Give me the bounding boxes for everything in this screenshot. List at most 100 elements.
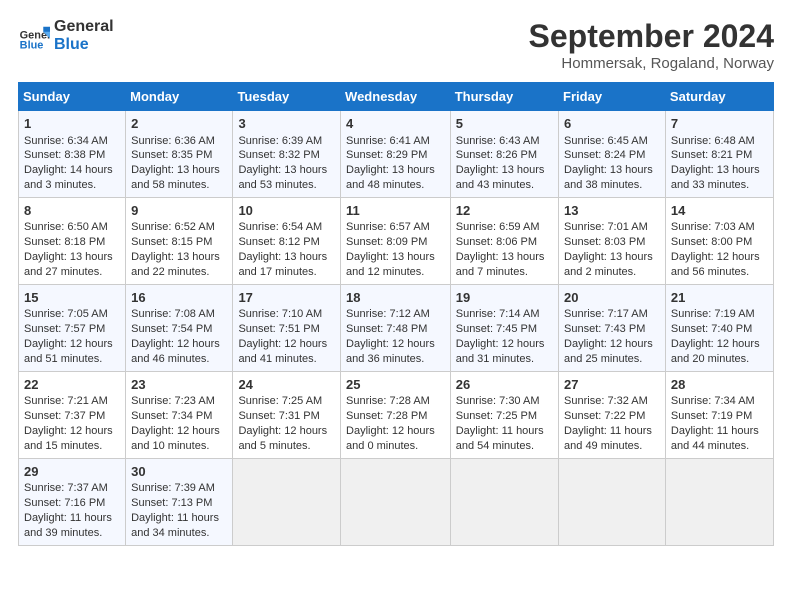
calendar-cell: 5Sunrise: 6:43 AMSunset: 8:26 PMDaylight… — [450, 111, 558, 198]
day-info-line: and 44 minutes. — [671, 439, 768, 454]
calendar-cell: 13Sunrise: 7:01 AMSunset: 8:03 PMDayligh… — [559, 197, 666, 284]
day-info-line: Daylight: 12 hours — [238, 424, 335, 439]
day-number: 3 — [238, 115, 335, 133]
day-info-line: Sunset: 8:06 PM — [456, 235, 553, 250]
calendar-cell: 21Sunrise: 7:19 AMSunset: 7:40 PMDayligh… — [665, 284, 773, 371]
day-info-line: and 17 minutes. — [238, 265, 335, 280]
day-info-line: Sunrise: 7:32 AM — [564, 394, 660, 409]
day-number: 14 — [671, 202, 768, 220]
day-info-line: and 10 minutes. — [131, 439, 227, 454]
day-number: 1 — [24, 115, 120, 133]
day-of-week-header: Sunday — [19, 83, 126, 111]
day-number: 17 — [238, 289, 335, 307]
calendar-cell: 8Sunrise: 6:50 AMSunset: 8:18 PMDaylight… — [19, 197, 126, 284]
day-of-week-header: Tuesday — [233, 83, 341, 111]
calendar-cell: 29Sunrise: 7:37 AMSunset: 7:16 PMDayligh… — [19, 458, 126, 545]
day-number: 29 — [24, 463, 120, 481]
calendar-cell: 7Sunrise: 6:48 AMSunset: 8:21 PMDaylight… — [665, 111, 773, 198]
day-info-line: and 51 minutes. — [24, 352, 120, 367]
calendar-week-row: 22Sunrise: 7:21 AMSunset: 7:37 PMDayligh… — [19, 371, 774, 458]
day-number: 15 — [24, 289, 120, 307]
day-info-line: and 39 minutes. — [24, 526, 120, 541]
day-info-line: Sunrise: 7:12 AM — [346, 307, 445, 322]
day-number: 13 — [564, 202, 660, 220]
calendar-cell: 4Sunrise: 6:41 AMSunset: 8:29 PMDaylight… — [341, 111, 451, 198]
day-number: 23 — [131, 376, 227, 394]
calendar-cell: 19Sunrise: 7:14 AMSunset: 7:45 PMDayligh… — [450, 284, 558, 371]
day-info-line: Daylight: 13 hours — [564, 250, 660, 265]
calendar-cell: 6Sunrise: 6:45 AMSunset: 8:24 PMDaylight… — [559, 111, 666, 198]
header-row: SundayMondayTuesdayWednesdayThursdayFrid… — [19, 83, 774, 111]
day-info-line: and 12 minutes. — [346, 265, 445, 280]
day-info-line: and 58 minutes. — [131, 178, 227, 193]
day-of-week-header: Thursday — [450, 83, 558, 111]
calendar-cell — [450, 458, 558, 545]
day-info-line: Sunrise: 6:34 AM — [24, 134, 120, 149]
day-number: 28 — [671, 376, 768, 394]
day-number: 25 — [346, 376, 445, 394]
calendar-cell: 25Sunrise: 7:28 AMSunset: 7:28 PMDayligh… — [341, 371, 451, 458]
day-number: 8 — [24, 202, 120, 220]
day-info-line: Sunset: 7:22 PM — [564, 409, 660, 424]
calendar-cell: 11Sunrise: 6:57 AMSunset: 8:09 PMDayligh… — [341, 197, 451, 284]
day-info-line: and 15 minutes. — [24, 439, 120, 454]
day-number: 16 — [131, 289, 227, 307]
day-info-line: Daylight: 12 hours — [671, 250, 768, 265]
day-info-line: Daylight: 13 hours — [131, 250, 227, 265]
day-info-line: Sunset: 7:37 PM — [24, 409, 120, 424]
day-info-line: Sunrise: 6:45 AM — [564, 134, 660, 149]
day-info-line: and 20 minutes. — [671, 352, 768, 367]
day-of-week-header: Monday — [126, 83, 233, 111]
day-info-line: Sunrise: 7:23 AM — [131, 394, 227, 409]
day-number: 5 — [456, 115, 553, 133]
day-info-line: Sunrise: 6:54 AM — [238, 220, 335, 235]
day-info-line: and 43 minutes. — [456, 178, 553, 193]
day-info-line: Sunset: 8:18 PM — [24, 235, 120, 250]
day-info-line: Daylight: 13 hours — [238, 163, 335, 178]
day-info-line: Daylight: 12 hours — [671, 337, 768, 352]
svg-text:Blue: Blue — [20, 39, 44, 51]
day-info-line: Sunset: 7:13 PM — [131, 496, 227, 511]
logo: General Blue General Blue — [18, 18, 114, 53]
day-info-line: Sunset: 8:38 PM — [24, 148, 120, 163]
day-info-line: Sunset: 8:32 PM — [238, 148, 335, 163]
day-of-week-header: Wednesday — [341, 83, 451, 111]
day-info-line: Sunrise: 7:28 AM — [346, 394, 445, 409]
day-info-line: Daylight: 11 hours — [131, 511, 227, 526]
day-info-line: Daylight: 11 hours — [564, 424, 660, 439]
calendar-cell: 12Sunrise: 6:59 AMSunset: 8:06 PMDayligh… — [450, 197, 558, 284]
day-info-line: Sunrise: 7:17 AM — [564, 307, 660, 322]
day-info-line: Daylight: 12 hours — [131, 424, 227, 439]
day-info-line: Daylight: 13 hours — [564, 163, 660, 178]
day-info-line: Daylight: 13 hours — [671, 163, 768, 178]
day-info-line: Sunset: 8:09 PM — [346, 235, 445, 250]
day-info-line: Sunset: 8:03 PM — [564, 235, 660, 250]
calendar-cell: 22Sunrise: 7:21 AMSunset: 7:37 PMDayligh… — [19, 371, 126, 458]
day-info-line: Sunrise: 7:10 AM — [238, 307, 335, 322]
day-info-line: Sunrise: 6:48 AM — [671, 134, 768, 149]
day-number: 19 — [456, 289, 553, 307]
day-info-line: Sunrise: 7:08 AM — [131, 307, 227, 322]
day-info-line: Sunset: 7:57 PM — [24, 322, 120, 337]
day-info-line: Sunrise: 6:41 AM — [346, 134, 445, 149]
day-of-week-header: Saturday — [665, 83, 773, 111]
calendar-cell: 17Sunrise: 7:10 AMSunset: 7:51 PMDayligh… — [233, 284, 341, 371]
day-info-line: and 2 minutes. — [564, 265, 660, 280]
day-info-line: Sunrise: 6:57 AM — [346, 220, 445, 235]
day-info-line: Sunrise: 6:59 AM — [456, 220, 553, 235]
day-info-line: Sunset: 8:24 PM — [564, 148, 660, 163]
day-info-line: and 27 minutes. — [24, 265, 120, 280]
day-info-line: Sunrise: 7:19 AM — [671, 307, 768, 322]
day-info-line: and 56 minutes. — [671, 265, 768, 280]
calendar-cell — [665, 458, 773, 545]
day-info-line: Daylight: 11 hours — [456, 424, 553, 439]
day-info-line: Daylight: 13 hours — [456, 163, 553, 178]
day-info-line: and 49 minutes. — [564, 439, 660, 454]
calendar-cell: 24Sunrise: 7:25 AMSunset: 7:31 PMDayligh… — [233, 371, 341, 458]
day-info-line: Sunset: 7:45 PM — [456, 322, 553, 337]
day-info-line: Daylight: 13 hours — [346, 163, 445, 178]
day-number: 26 — [456, 376, 553, 394]
logo-blue: Blue — [54, 36, 114, 54]
day-info-line: Sunset: 7:19 PM — [671, 409, 768, 424]
day-info-line: Sunset: 8:21 PM — [671, 148, 768, 163]
